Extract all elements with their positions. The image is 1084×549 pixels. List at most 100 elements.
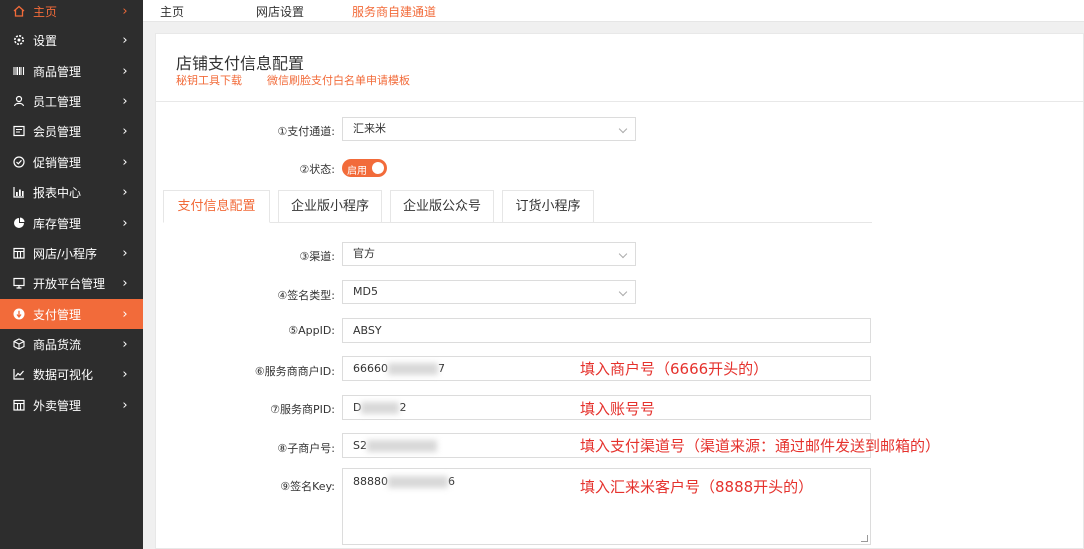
redacted-blur xyxy=(366,440,437,452)
chevron-right-icon: › xyxy=(122,154,128,170)
sidebar-item-label: 数据可视化 xyxy=(33,367,94,382)
channel-label: ③渠道: xyxy=(299,250,335,263)
sidebar-item-staff[interactable]: 员工管理 › xyxy=(0,86,143,116)
chevron-down-icon xyxy=(618,249,628,259)
sidebar-item-label: 库存管理 xyxy=(33,216,82,231)
chevron-right-icon: › xyxy=(122,336,128,352)
line-chart-icon xyxy=(13,368,25,380)
app-id-value: ABSY xyxy=(353,324,382,337)
monitor-icon xyxy=(13,277,25,289)
pid-label: ⑦服务商PID: xyxy=(270,403,335,416)
toggle-knob xyxy=(372,162,384,174)
store-icon xyxy=(13,247,25,259)
sidebar-item-reports[interactable]: 报表中心 › xyxy=(0,177,143,207)
tab-enterprise-mini-program[interactable]: 企业版小程序 xyxy=(278,190,382,223)
check-circle-icon xyxy=(13,156,25,168)
gear-icon xyxy=(13,34,25,46)
pie-chart-icon xyxy=(13,217,25,229)
chevron-right-icon: › xyxy=(122,63,128,79)
shop-icon xyxy=(13,399,25,411)
pid-value-prefix: D xyxy=(353,401,362,414)
sidebar-item-members[interactable]: 会员管理 › xyxy=(0,116,143,146)
chevron-right-icon: › xyxy=(122,245,128,261)
sign-type-select[interactable]: MD5 xyxy=(342,280,636,304)
sidebar-item-payment[interactable]: 支付管理 › xyxy=(0,299,143,329)
chevron-right-icon: › xyxy=(122,366,128,382)
sidebar-item-online-store[interactable]: 网店/小程序 › xyxy=(0,238,143,268)
sidebar-item-label: 员工管理 xyxy=(33,94,82,109)
pay-channel-select[interactable]: 汇来米 xyxy=(342,117,636,141)
home-icon xyxy=(13,5,25,17)
chevron-right-icon: › xyxy=(122,184,128,200)
sign-key-value-prefix: 88880 xyxy=(353,475,388,488)
channel-value: 官方 xyxy=(353,247,375,260)
chevron-right-icon: › xyxy=(122,32,128,48)
pid-note: 填入账号号 xyxy=(580,400,656,418)
sidebar-item-label: 设置 xyxy=(33,33,58,48)
sign-key-label: ⑨签名Key: xyxy=(280,480,335,493)
wechat-face-template-link[interactable]: 微信刷脸支付白名单申请模板 xyxy=(267,72,410,88)
status-toggle[interactable]: 启用 xyxy=(342,159,387,177)
sidebar-item-label: 网店/小程序 xyxy=(33,246,98,261)
status-toggle-text: 启用 xyxy=(347,166,367,177)
sidebar-item-label: 支付管理 xyxy=(33,307,82,322)
panel-header: 店铺支付信息配置 秘钥工具下载 微信刷脸支付白名单申请模板 xyxy=(156,34,1084,102)
sidebar-item-settings[interactable]: 设置 › xyxy=(0,25,143,55)
sidebar: 主页 › 设置 › 商品管理 › 员工管理 › 会员管理 › 促销管理 › 报表… xyxy=(0,0,143,549)
sidebar-item-data-visualization[interactable]: 数据可视化 › xyxy=(0,359,143,389)
sidebar-item-home[interactable]: 主页 › xyxy=(0,0,143,26)
sidebar-item-promotions[interactable]: 促销管理 › xyxy=(0,147,143,177)
merchant-id-value-suffix: 7 xyxy=(438,362,445,375)
user-icon xyxy=(13,95,25,107)
merchant-id-label: ⑥服务商商户ID: xyxy=(254,365,335,378)
sidebar-item-products[interactable]: 商品管理 › xyxy=(0,56,143,86)
page-title: 店铺支付信息配置 xyxy=(176,54,305,73)
pay-channel-value: 汇来米 xyxy=(353,122,386,135)
bar-chart-icon xyxy=(13,186,25,198)
resize-grip-icon[interactable] xyxy=(861,535,868,542)
chevron-down-icon xyxy=(618,124,628,134)
app-id-input[interactable]: ABSY xyxy=(342,318,871,343)
sign-type-label: ④签名类型: xyxy=(277,289,335,302)
sidebar-item-label: 报表中心 xyxy=(33,185,82,200)
config-tabs: 支付信息配置 企业版小程序 企业版公众号 订货小程序 xyxy=(163,189,872,223)
tab-payment-info[interactable]: 支付信息配置 xyxy=(163,190,270,223)
sidebar-item-takeaway[interactable]: 外卖管理 › xyxy=(0,390,143,420)
app-id-label: ⑤AppID: xyxy=(288,324,335,337)
sidebar-item-goods-flow[interactable]: 商品货流 › xyxy=(0,329,143,359)
nav-link-shop-settings[interactable]: 网店设置 xyxy=(256,3,304,20)
sub-merchant-note: 填入支付渠道号（渠道来源：通过邮件发送到邮箱的） xyxy=(580,437,941,455)
cube-icon xyxy=(13,338,25,350)
sidebar-item-label: 商品货流 xyxy=(33,337,82,352)
nav-link-service-channel[interactable]: 服务商自建通道 xyxy=(352,3,436,20)
key-tool-download-link[interactable]: 秘钥工具下载 xyxy=(176,72,242,88)
chevron-right-icon: › xyxy=(122,3,128,19)
tab-enterprise-official-account[interactable]: 企业版公众号 xyxy=(390,190,494,223)
member-card-icon xyxy=(13,125,25,137)
payment-icon xyxy=(13,308,25,320)
nav-link-home[interactable]: 主页 xyxy=(160,3,184,20)
chevron-right-icon: › xyxy=(122,397,128,413)
status-label: ②状态: xyxy=(299,163,335,176)
sign-key-value-suffix: 6 xyxy=(448,475,455,488)
sign-type-value: MD5 xyxy=(353,285,378,298)
redacted-blur xyxy=(388,363,438,375)
chevron-right-icon: › xyxy=(122,215,128,231)
channel-select[interactable]: 官方 xyxy=(342,242,636,266)
redacted-blur xyxy=(361,402,400,414)
chevron-right-icon: › xyxy=(122,93,128,109)
chevron-right-icon: › xyxy=(122,123,128,139)
sign-key-note: 填入汇来米客户号（8888开头的） xyxy=(580,478,814,496)
tab-order-mini-program[interactable]: 订货小程序 xyxy=(502,190,594,223)
merchant-id-value-prefix: 66660 xyxy=(353,362,388,375)
chevron-right-icon: › xyxy=(122,306,128,322)
sub-merchant-label: ⑧子商户号: xyxy=(277,442,335,455)
sidebar-item-label: 主页 xyxy=(33,4,58,19)
sidebar-item-label: 商品管理 xyxy=(33,64,82,79)
sidebar-item-inventory[interactable]: 库存管理 › xyxy=(0,208,143,238)
sidebar-item-open-platform[interactable]: 开放平台管理 › xyxy=(0,268,143,298)
sub-merchant-value-prefix: S2 xyxy=(353,439,367,452)
chevron-right-icon: › xyxy=(122,275,128,291)
sidebar-item-label: 会员管理 xyxy=(33,124,82,139)
sidebar-item-label: 促销管理 xyxy=(33,155,82,170)
